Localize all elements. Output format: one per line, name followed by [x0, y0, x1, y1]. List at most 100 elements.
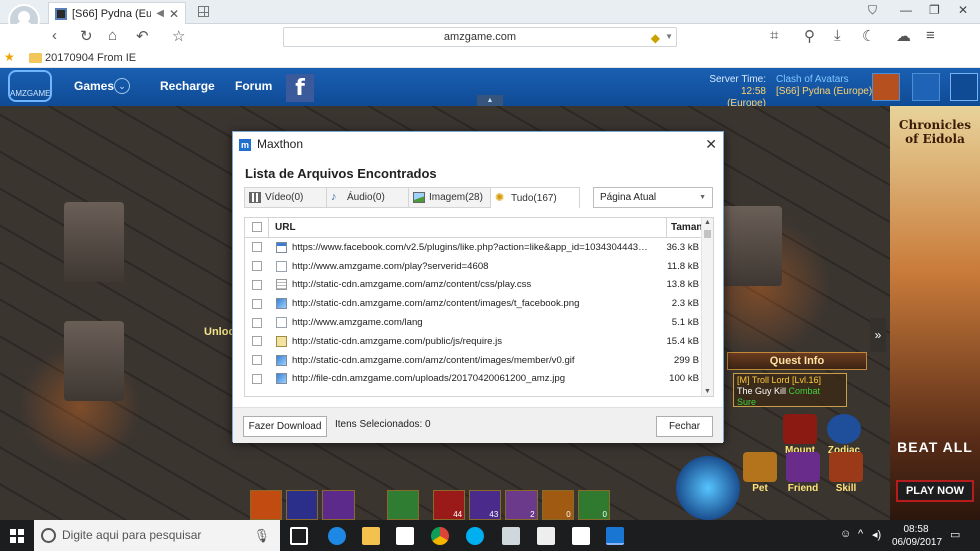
bookmark-star-icon[interactable]: ☆ [172, 27, 185, 45]
chat-icon[interactable] [912, 73, 940, 101]
skill-slot[interactable] [286, 490, 319, 520]
skill-button[interactable]: Skill [829, 452, 863, 494]
select-all-checkbox[interactable] [252, 222, 262, 232]
pet-button[interactable]: Pet [743, 452, 777, 494]
reload-icon[interactable]: ↻ [80, 27, 93, 45]
row-checkbox[interactable] [252, 355, 262, 366]
scope-select[interactable]: Página Atual ▼ [593, 187, 713, 208]
game-name[interactable]: Clash of Avatars [776, 74, 872, 86]
app-icon[interactable] [502, 527, 520, 545]
close-button[interactable]: Fechar [656, 416, 713, 437]
server-name[interactable]: [S66] Pydna (Europe) [776, 86, 872, 98]
table-row[interactable]: http://file-cdn.amzgame.com/uploads/2017… [245, 370, 703, 389]
close-tab-icon[interactable]: ✕ [169, 7, 179, 21]
minimize-icon[interactable]: — [900, 3, 912, 17]
scroll-thumb[interactable] [704, 230, 711, 238]
facebook-icon[interactable]: f [286, 74, 314, 102]
browser-tab[interactable]: [S66] Pydna (Europe) ◀ ✕ [48, 2, 186, 24]
row-checkbox[interactable] [252, 298, 262, 309]
file-explorer-icon[interactable] [362, 527, 380, 545]
friend-button[interactable]: Friend [786, 452, 820, 494]
mail-icon[interactable] [572, 527, 590, 545]
scroll-up-icon[interactable]: ▲ [702, 219, 713, 226]
undo-icon[interactable]: ↶ [136, 27, 149, 45]
expand-side-icon[interactable]: » [870, 318, 886, 352]
row-checkbox[interactable] [252, 373, 262, 384]
games-dropdown-icon[interactable]: ⌄ [114, 78, 130, 94]
window-icon[interactable] [950, 73, 978, 101]
screenshot-icon[interactable]: ⌗ [770, 27, 778, 44]
download-button[interactable]: Fazer Download [243, 416, 327, 437]
row-checkbox[interactable] [252, 317, 262, 328]
pin-icon[interactable]: ⛉ [868, 3, 877, 18]
skill-slot[interactable] [250, 490, 283, 520]
zodiac-button[interactable]: Zodiac [827, 414, 861, 456]
back-icon[interactable]: ‹ [52, 27, 57, 44]
collapse-header-icon[interactable]: ▲ [477, 95, 503, 106]
table-row[interactable]: http://static-cdn.amzgame.com/public/js/… [245, 332, 703, 351]
app-icon[interactable] [537, 527, 555, 545]
mute-icon[interactable]: ◀ [156, 8, 164, 19]
home-icon[interactable]: ⌂ [108, 27, 117, 44]
table-row[interactable]: http://static-cdn.amzgame.com/amz/conten… [245, 351, 703, 370]
resource-sniffer-icon[interactable]: ⚲ [804, 27, 815, 45]
adblock-icon[interactable]: ◆ [651, 29, 660, 47]
address-dropdown-icon[interactable]: ▼ [665, 28, 673, 46]
row-checkbox[interactable] [252, 279, 262, 290]
row-checkbox[interactable] [252, 242, 262, 253]
download-icon[interactable]: ⤓ [834, 27, 841, 44]
night-mode-icon[interactable]: ☾ [862, 27, 875, 45]
edge-icon[interactable] [328, 527, 346, 545]
side-advertisement[interactable]: Chronicles of Eidola BEAT ALL PLAY NOW [890, 106, 980, 520]
skill-slot[interactable]: 44 [432, 490, 466, 520]
unlock-label[interactable]: Unloc [204, 326, 235, 338]
people-icon[interactable]: ☺ [840, 528, 851, 540]
hero-portrait[interactable] [676, 456, 740, 520]
tab-video[interactable]: Vídeo(0) [244, 187, 326, 208]
skype-icon[interactable] [466, 527, 484, 545]
cloud-icon[interactable]: ☁ [896, 27, 911, 45]
column-url[interactable]: URL [269, 218, 667, 237]
store-icon[interactable] [396, 527, 414, 545]
skill-slot[interactable]: 0 [541, 490, 574, 520]
dialog-titlebar[interactable]: m Maxthon ✕ [233, 132, 723, 157]
notifications-icon[interactable]: ▭ [950, 528, 960, 541]
taskbar-search[interactable]: Digite aqui para pesquisar 🎙 [34, 520, 280, 551]
amzgame-logo[interactable]: AMZGAME [8, 70, 52, 102]
taskbar-clock[interactable]: 08:58 06/09/2017 [892, 523, 942, 549]
tab-image[interactable]: Imagem(28) [408, 187, 490, 208]
table-row[interactable]: http://static-cdn.amzgame.com/amz/conten… [245, 294, 703, 313]
gift-icon[interactable] [872, 73, 900, 101]
tray-chevron-icon[interactable]: ^ [858, 528, 863, 540]
tab-all[interactable]: ✺ Tudo(167) [490, 187, 580, 208]
row-checkbox[interactable] [252, 336, 262, 347]
table-scrollbar[interactable]: ▲ ▼ [701, 218, 713, 396]
scroll-down-icon[interactable]: ▼ [702, 388, 713, 395]
maximize-icon[interactable]: ❐ [929, 3, 940, 17]
volume-icon[interactable]: ◂) [872, 528, 881, 541]
address-bar[interactable]: amzgame.com ◆ ▼ [283, 27, 677, 47]
close-window-icon[interactable]: ✕ [958, 3, 968, 17]
skill-slot[interactable] [322, 490, 355, 520]
table-row[interactable]: http://www.amzgame.com/play?serverid=460… [245, 257, 703, 276]
table-row[interactable]: https://www.facebook.com/v2.5/plugins/li… [245, 238, 703, 257]
favorites-star-icon[interactable]: ★ [4, 50, 15, 64]
row-checkbox[interactable] [252, 261, 262, 272]
skill-slot[interactable] [386, 490, 419, 520]
skill-slot[interactable]: 43 [469, 490, 502, 520]
quest-title[interactable]: Quest Info [727, 352, 867, 370]
skill-slot[interactable]: 0 [577, 490, 610, 520]
skill-slot[interactable]: 2 [505, 490, 538, 520]
new-tab-icon[interactable] [198, 6, 209, 17]
favorites-folder[interactable]: 20170904 From IE [45, 52, 136, 64]
microphone-icon[interactable]: 🎙 [253, 520, 270, 551]
menu-forum[interactable]: Forum [235, 79, 272, 93]
mount-button[interactable]: Mount [783, 414, 817, 456]
quest-entry[interactable]: [M] Troll Lord [Lvl.16] The Guy Kill Com… [733, 373, 847, 407]
chrome-icon[interactable] [431, 527, 449, 545]
windows-start-icon[interactable] [10, 529, 24, 543]
tab-audio[interactable]: ♪ Áudio(0) [326, 187, 408, 208]
maxthon-taskbar-icon[interactable] [606, 527, 624, 545]
menu-recharge[interactable]: Recharge [160, 79, 215, 93]
task-view-icon[interactable] [290, 527, 308, 545]
